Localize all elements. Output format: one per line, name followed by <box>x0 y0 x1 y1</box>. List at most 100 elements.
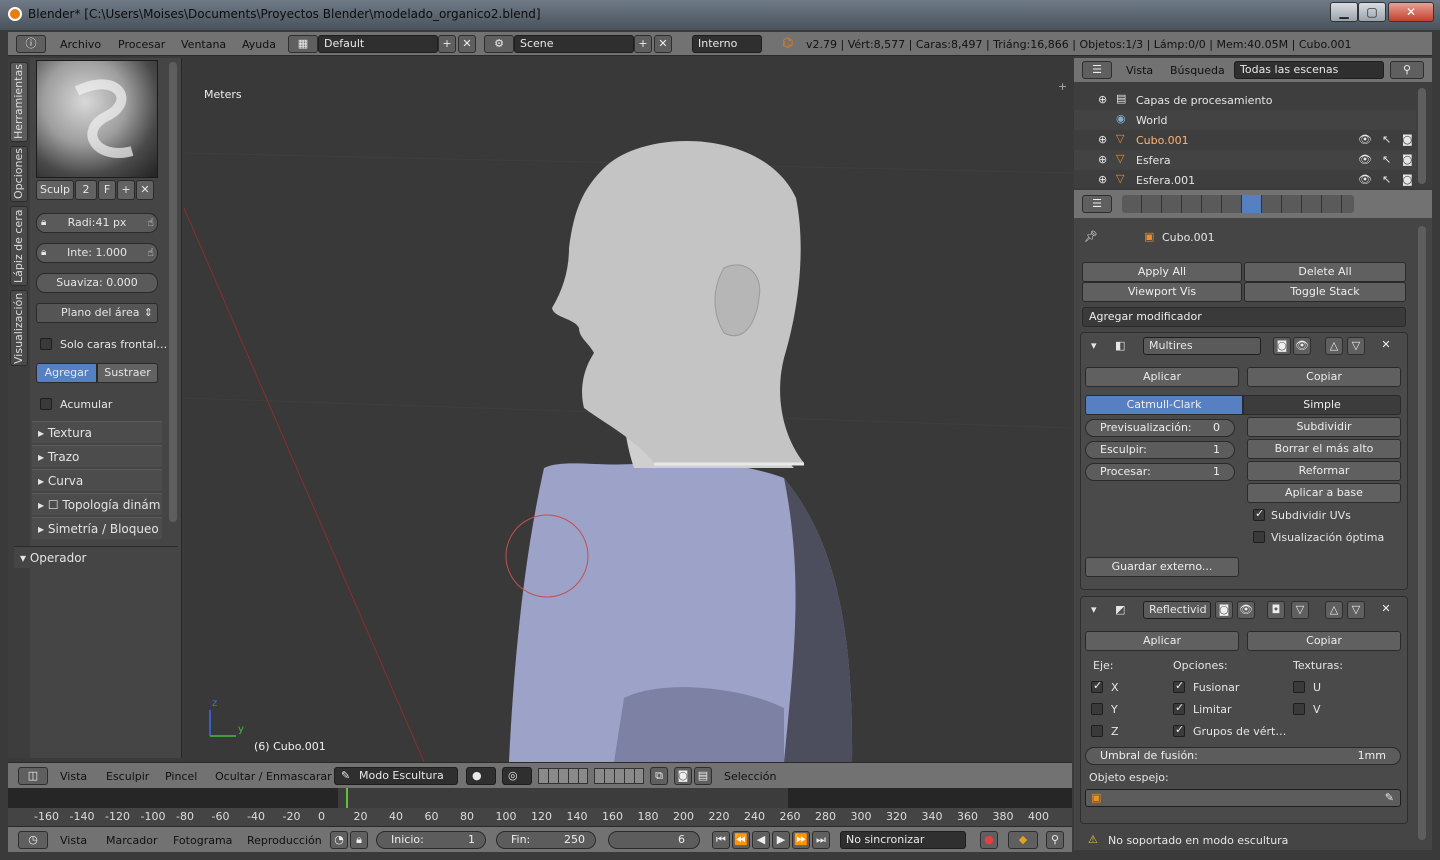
eyedropper-icon[interactable]: ✎ <box>1385 790 1394 806</box>
outliner-filter-select[interactable]: Todas las escenas <box>1234 61 1384 79</box>
expand-icon[interactable]: ⊕ <box>1098 153 1107 166</box>
render-icon[interactable]: ◙ <box>1402 153 1413 166</box>
jump-end-icon[interactable]: ⏭ <box>812 831 830 849</box>
menu-vista[interactable]: Vista <box>60 770 87 783</box>
region-expand-icon[interactable]: + <box>1058 80 1067 93</box>
jump-start-icon[interactable]: ⏮ <box>712 831 730 849</box>
cage-toggle-icon[interactable]: ▽ <box>1291 601 1309 619</box>
add-layout-icon[interactable]: + <box>438 35 456 53</box>
move-down-icon[interactable]: ▽ <box>1347 601 1365 619</box>
brush-preview[interactable] <box>36 60 158 178</box>
preview-range-icon[interactable]: ◔ <box>330 831 348 849</box>
panel-curva[interactable]: ▸ Curva <box>32 469 162 491</box>
keying-set-icon[interactable]: ◆ <box>1008 831 1038 849</box>
catmull-clark-button[interactable]: Catmull-Clark <box>1085 395 1243 415</box>
add-modifier-select[interactable]: Agregar modificador <box>1082 307 1406 327</box>
modifier-tab-active[interactable] <box>1242 195 1261 213</box>
render-engine-select[interactable]: Interno <box>692 35 762 53</box>
multires-copy-button[interactable]: Copiar <box>1247 367 1401 387</box>
reshape-button[interactable]: Reformar <box>1247 461 1401 481</box>
preview-levels-field[interactable]: Previsualización: 0 <box>1085 419 1235 437</box>
save-external-button[interactable]: Guardar externo... <box>1085 557 1239 577</box>
multires-name-field[interactable]: Multires <box>1143 337 1261 355</box>
current-frame-field[interactable]: 6 <box>608 831 700 849</box>
move-down-icon[interactable]: ▽ <box>1347 337 1365 355</box>
apply-all-button[interactable]: Apply All <box>1082 262 1242 282</box>
layers-grid[interactable] <box>538 768 588 784</box>
remove-modifier-icon[interactable]: ✕ <box>1377 601 1395 619</box>
viewport-toggle-icon[interactable]: 👁︎ <box>1293 337 1311 355</box>
3d-viewport[interactable]: Meters z y (6) Cubo.001 + <box>184 58 1072 762</box>
multires-apply-button[interactable]: Aplicar <box>1085 367 1239 387</box>
add-scene-icon[interactable]: + <box>634 35 652 53</box>
clipping-checkbox[interactable] <box>1173 701 1185 715</box>
mode-select[interactable]: ✎ Modo Escultura <box>334 767 458 785</box>
scene-field[interactable]: Scene <box>514 35 634 53</box>
lock-range-icon[interactable]: 🔒︎ <box>350 831 368 849</box>
expand-icon[interactable]: ⊕ <box>1098 93 1107 106</box>
subtract-direction-button[interactable]: Sustraer <box>97 363 158 383</box>
properties-scrollbar[interactable] <box>1418 226 1426 840</box>
close-button[interactable]: ✕ <box>1388 2 1434 22</box>
accumulate-checkbox[interactable] <box>40 398 52 410</box>
panel-trazo[interactable]: ▸ Trazo <box>32 445 162 467</box>
outliner-menu-vista[interactable]: Vista <box>1126 64 1153 77</box>
menu-archivo[interactable]: Archivo <box>60 38 101 51</box>
expand-icon[interactable]: ⊕ <box>1098 133 1107 146</box>
brush-name-field[interactable]: Sculp <box>36 180 74 200</box>
pivot-select[interactable]: ◎ <box>502 767 532 785</box>
collapse-icon[interactable]: ▾ <box>1091 339 1097 352</box>
optimal-display-checkbox[interactable] <box>1253 531 1265 543</box>
mirror-object-field[interactable]: ▣ ✎ <box>1085 789 1401 807</box>
timeline[interactable]: -160 -140 -120 -100 -80 -60 -40 -20 0 20 40 60 80 100… <box>8 788 1072 826</box>
operator-panel-header[interactable]: ▾ Operador <box>14 546 178 568</box>
new-brush-icon[interactable]: + <box>117 180 135 200</box>
texture-u-checkbox[interactable] <box>1293 681 1305 693</box>
vgroups-checkbox[interactable] <box>1173 723 1185 737</box>
outliner-row-esfera001[interactable]: ⊕ ▽ Esfera.001 👁︎ ↖ ◙ <box>1074 170 1416 188</box>
menu-pincel[interactable]: Pincel <box>165 770 197 783</box>
editmode-toggle-icon[interactable]: ◘ <box>1267 601 1285 619</box>
menu-esculpir[interactable]: Esculpir <box>106 770 149 783</box>
pressure-icon[interactable]: ☝ <box>147 214 154 232</box>
tab-opciones[interactable]: Opciones <box>10 146 28 202</box>
outliner-menu-busqueda[interactable]: Búsqueda <box>1170 64 1225 77</box>
delete-all-button[interactable]: Delete All <box>1244 262 1406 282</box>
render-levels-field[interactable]: Procesar: 1 <box>1085 463 1235 481</box>
outliner-scrollbar[interactable] <box>1418 88 1426 184</box>
prev-key-icon[interactable]: ⏪ <box>732 831 750 849</box>
viewport-vis-button[interactable]: Viewport Vis <box>1082 282 1242 302</box>
outliner-row-capas[interactable]: ⊕ ▤ Capas de procesamiento <box>1074 90 1416 110</box>
menu-marcador[interactable]: Marcador <box>106 834 158 847</box>
tab-visualizacion[interactable]: Visualización <box>10 290 28 366</box>
panel-simetria[interactable]: ▸ Simetría / Bloqueo <box>32 517 162 539</box>
subdiv-uvs-checkbox[interactable] <box>1253 507 1265 521</box>
properties-context-tabs[interactable] <box>1122 195 1354 213</box>
start-frame-field[interactable]: Inicio: 1 <box>376 831 486 849</box>
next-key-icon[interactable]: ⏩ <box>792 831 810 849</box>
timeline-editor-icon[interactable]: ◷ <box>18 831 48 849</box>
autosmooth-field[interactable]: Suaviza: 0.000 <box>36 273 158 293</box>
render-anim-icon[interactable]: ▤ <box>694 767 712 785</box>
simple-button[interactable]: Simple <box>1243 395 1401 415</box>
search-icon[interactable]: ⚲ <box>1390 61 1424 79</box>
panel-topologia[interactable]: ▸ ☐ Topología dinám <box>32 493 162 515</box>
keyframe-insert-icon[interactable]: ⚲ <box>1046 831 1064 849</box>
cursor-icon[interactable]: ↖ <box>1382 173 1391 186</box>
cursor-icon[interactable]: ↖ <box>1382 133 1391 146</box>
collapse-icon[interactable]: ▾ <box>1091 603 1097 616</box>
mirror-copy-button[interactable]: Copiar <box>1247 631 1401 651</box>
menu-fotograma[interactable]: Fotograma <box>173 834 232 847</box>
screen-layout-field[interactable]: Default <box>318 35 438 53</box>
screen-layout-icon[interactable]: ▦ <box>288 35 318 53</box>
current-frame-line[interactable] <box>346 788 348 808</box>
sculpt-plane-select[interactable]: Plano del área ⇕ <box>36 303 158 323</box>
sync-mode-select[interactable]: No sincronizar <box>840 831 966 849</box>
layers-grid-2[interactable] <box>594 768 644 784</box>
mirror-apply-button[interactable]: Aplicar <box>1085 631 1239 651</box>
layer-lock-icon[interactable]: ⧉ <box>650 767 668 785</box>
expand-icon[interactable]: ⊕ <box>1098 173 1107 186</box>
fake-user-button[interactable]: F <box>98 180 116 200</box>
render-icon[interactable]: ◙ <box>1402 133 1413 146</box>
apply-base-button[interactable]: Aplicar a base <box>1247 483 1401 503</box>
